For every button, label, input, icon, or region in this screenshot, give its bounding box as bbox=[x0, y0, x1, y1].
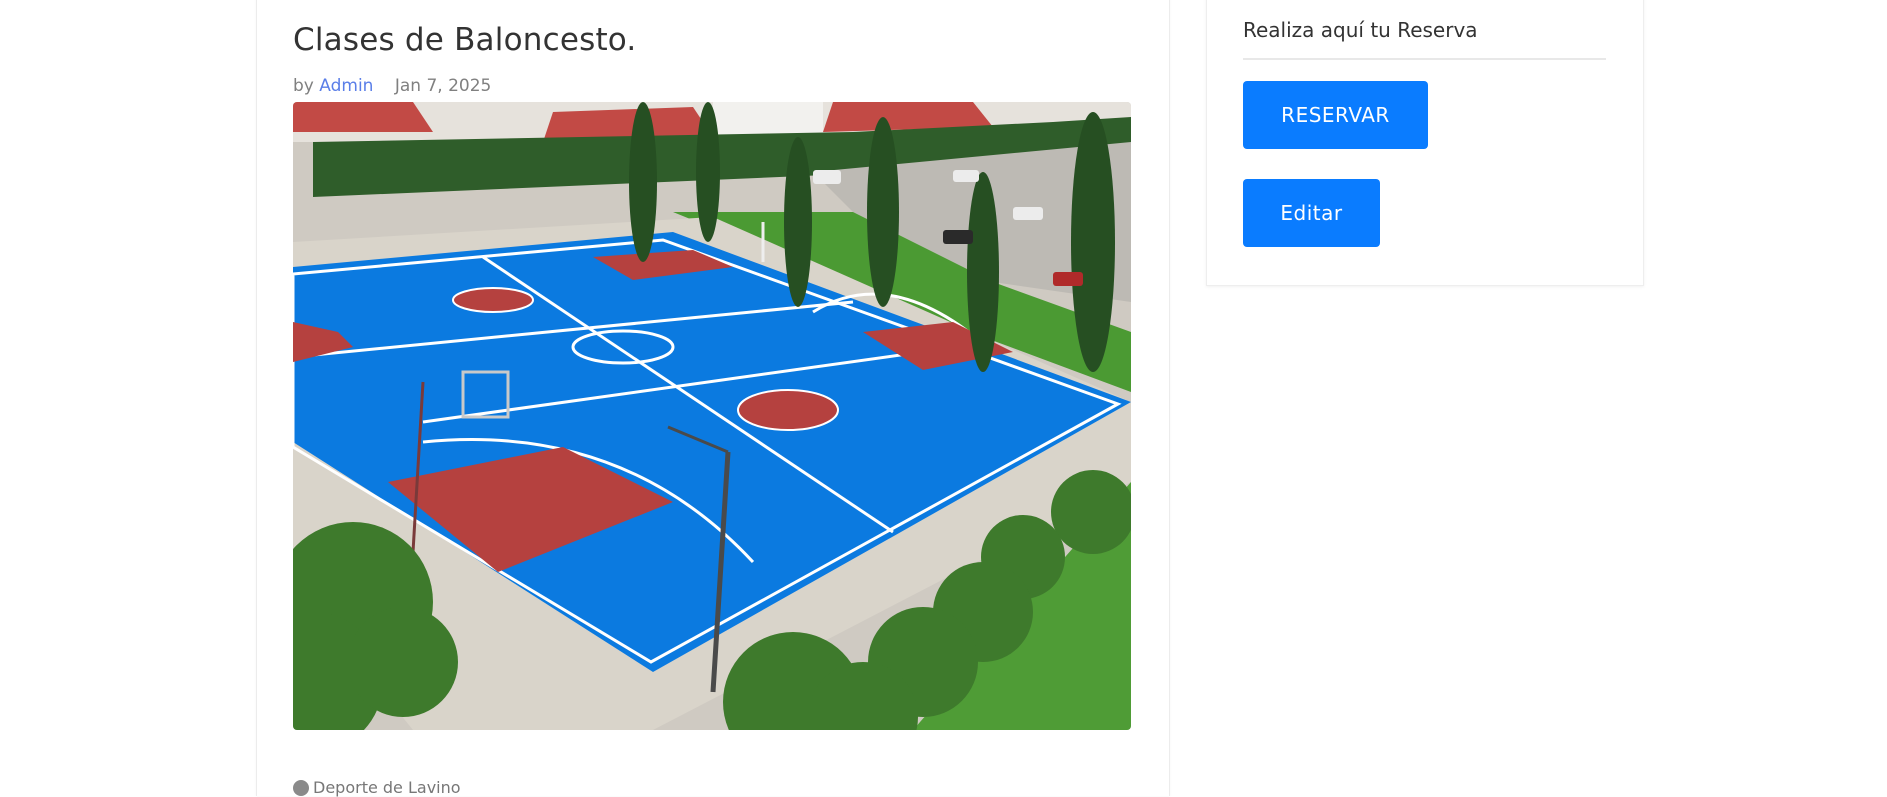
widget-title: Realiza aquí tu Reserva bbox=[1243, 18, 1606, 60]
folder-icon bbox=[293, 779, 309, 796]
post-date: Jan 7, 2025 bbox=[394, 76, 492, 96]
post-category[interactable]: Deporte de Lavino bbox=[293, 778, 461, 797]
category-label: Deporte de Lavino bbox=[313, 778, 461, 797]
post-meta: by Admin Jan 7, 2025 bbox=[293, 76, 491, 96]
post-title: Clases de Baloncesto. bbox=[293, 22, 637, 58]
reservar-button[interactable]: RESERVAR bbox=[1243, 81, 1428, 149]
author-link[interactable]: Admin bbox=[319, 76, 373, 96]
post-featured-image bbox=[293, 102, 1131, 730]
editar-button[interactable]: Editar bbox=[1243, 179, 1380, 247]
by-label: by bbox=[293, 76, 314, 96]
